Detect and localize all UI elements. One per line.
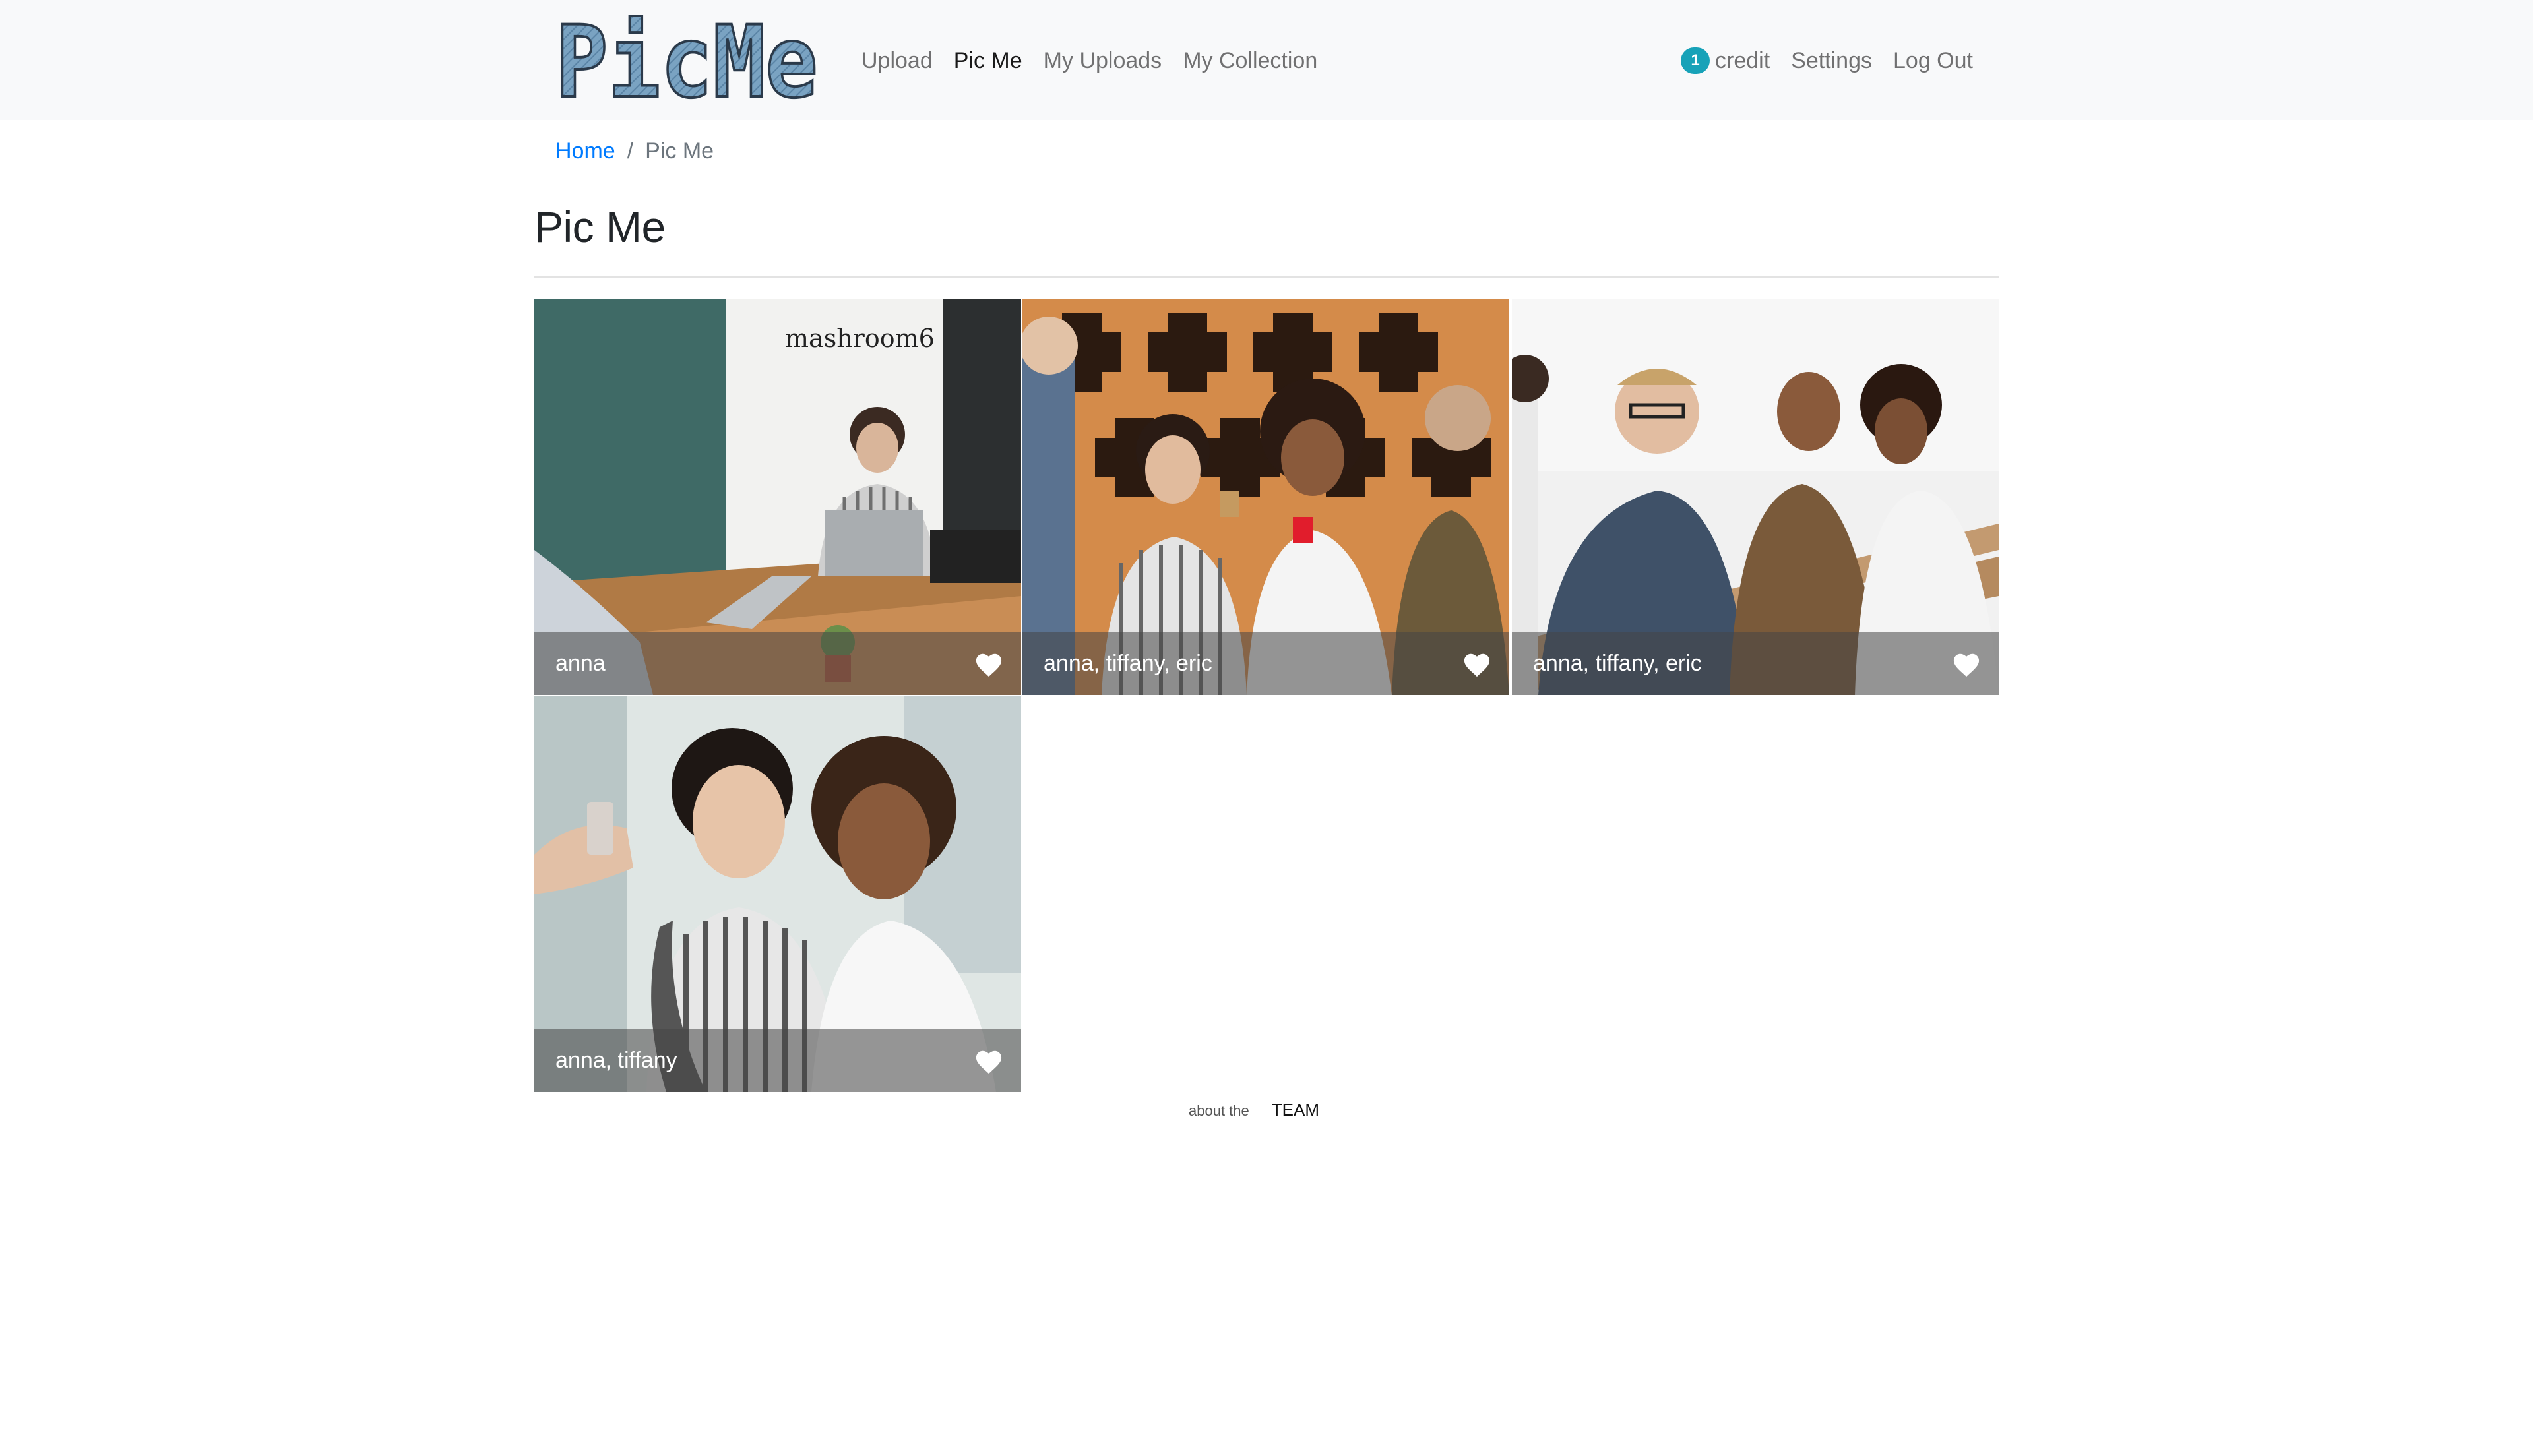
photo-caption: anna, tiffany, eric [1533,651,1702,676]
heart-icon[interactable] [974,1047,1004,1075]
nav-pic-me[interactable]: Pic Me [943,48,1033,74]
breadcrumb-home[interactable]: Home [555,138,615,164]
photo-card[interactable]: anna, tiffany, eric [1022,299,1509,695]
caption-bar: anna, tiffany [534,1029,1021,1092]
breadcrumb-separator: / [627,138,634,164]
photo-caption: anna [555,651,606,676]
main-nav: Upload Pic Me My Uploads My Collection [851,41,1328,80]
svg-text:mashroom6: mashroom6 [785,324,935,353]
photo-card[interactable]: anna, tiffany [534,696,1021,1092]
page-title: Pic Me [534,202,666,251]
caption-bar: anna, tiffany, eric [1512,632,1999,695]
heart-icon[interactable] [974,650,1004,678]
svg-text:PicMe: PicMe [555,12,818,109]
footer-team-link[interactable]: TEAM [1272,1100,1319,1120]
breadcrumb: Home / Pic Me [555,138,714,164]
navbar: PicMe Upload Pic Me My Uploads My Collec… [0,0,2533,120]
nav-upload[interactable]: Upload [851,48,943,74]
credit-count-badge: 1 [1681,47,1710,74]
footer: about the TEAM [1189,1100,1319,1120]
caption-bar: anna, tiffany, eric [1022,632,1509,695]
nav-my-uploads[interactable]: My Uploads [1033,48,1173,74]
user-nav: 1 credit Settings Log Out [1669,41,1984,80]
nav-my-collection[interactable]: My Collection [1172,48,1328,74]
heart-icon[interactable] [1462,650,1492,678]
heart-icon[interactable] [1951,650,1982,678]
photo-caption: anna, tiffany [555,1048,677,1073]
nav-credit[interactable]: credit [1715,48,1780,74]
picme-logo[interactable]: PicMe [553,12,821,109]
photo-caption: anna, tiffany, eric [1044,651,1212,676]
nav-settings[interactable]: Settings [1780,48,1883,74]
photo-card[interactable]: mashroom6 anna [534,299,1021,695]
title-divider [534,276,1999,278]
nav-log-out[interactable]: Log Out [1883,48,1984,74]
footer-prefix: about the [1189,1103,1249,1119]
photo-card[interactable]: anna, tiffany, eric [1512,299,1999,695]
breadcrumb-current: Pic Me [645,138,714,164]
caption-bar: anna [534,632,1021,695]
